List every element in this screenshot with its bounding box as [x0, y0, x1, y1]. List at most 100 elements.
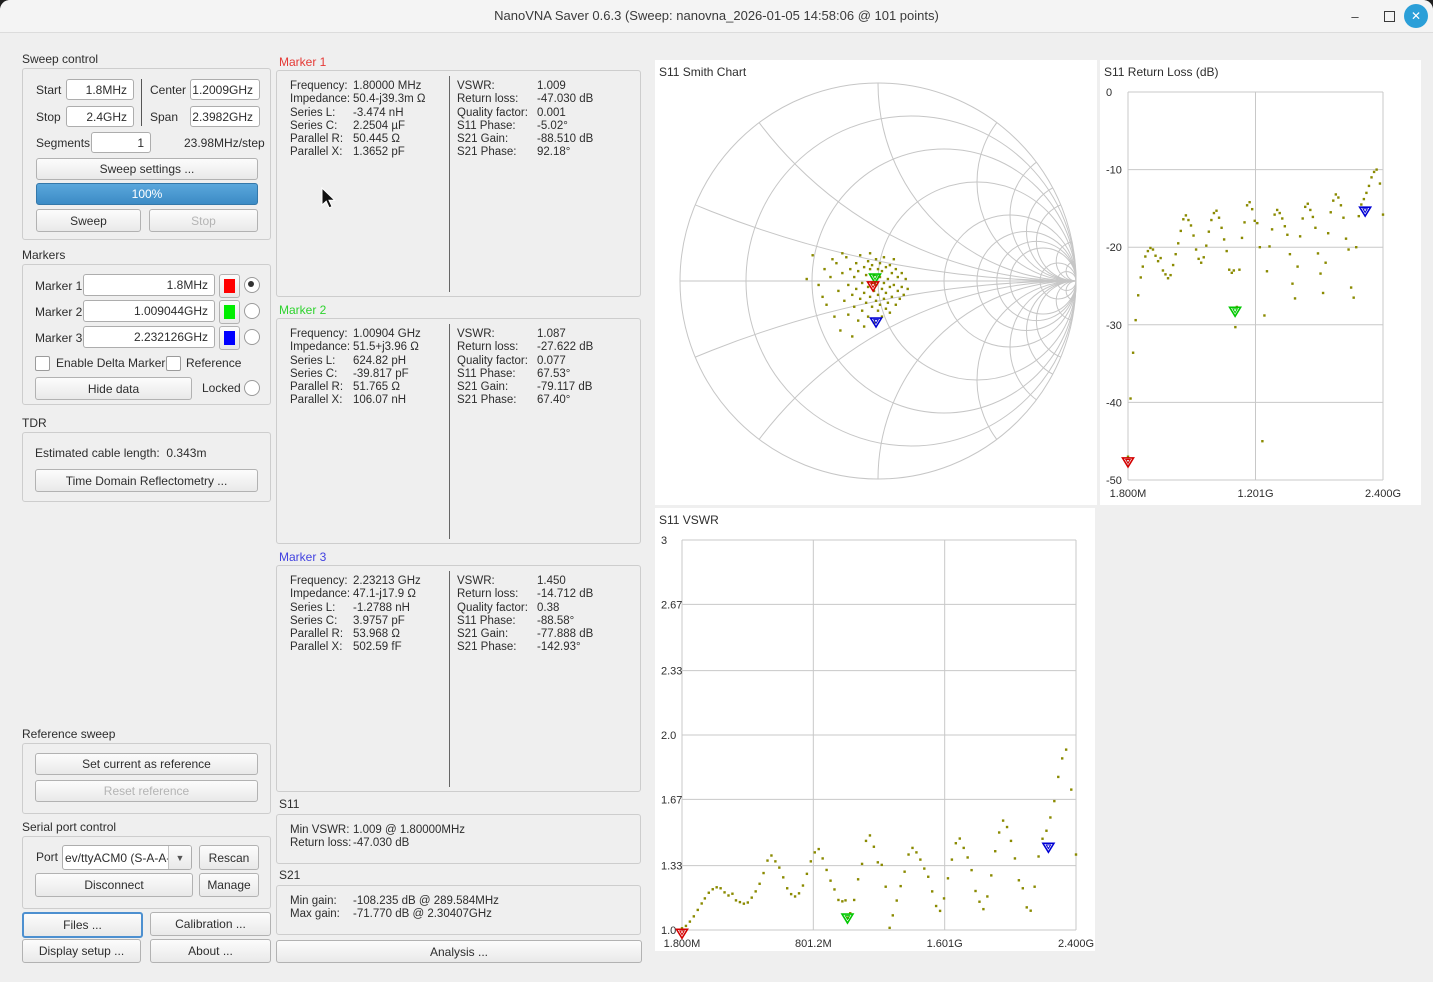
smith-chart-svg: S11 Smith Chart — [655, 60, 1097, 505]
marker-panel-title-3: Marker 3 — [279, 550, 326, 564]
start-label: Start — [36, 83, 61, 97]
info-row: Series L:624.82 pH — [290, 355, 421, 368]
span-input[interactable]: 2.3982GHz — [190, 106, 260, 127]
analysis-button[interactable]: Analysis ... — [276, 940, 642, 963]
files-button[interactable]: Files ... — [22, 912, 143, 938]
svg-text:2.67: 2.67 — [661, 599, 682, 611]
info-row: Series L:-3.474 nH — [290, 107, 426, 120]
s21-section-title: S21 — [279, 868, 300, 882]
calibration-button[interactable]: Calibration ... — [150, 912, 271, 936]
maximize-icon — [1384, 11, 1395, 22]
info-row: Parallel X:1.3652 pF — [290, 146, 426, 159]
marker-panel-3-divider — [449, 571, 450, 787]
info-row: Parallel R:53.968 Ω — [290, 628, 421, 641]
info-row: Min VSWR:1.009 @ 1.80000MHz — [290, 824, 465, 837]
stop-input[interactable]: 2.4GHz — [66, 106, 134, 127]
center-input[interactable]: 1.2009GHz — [190, 79, 260, 100]
info-row: Series C:3.9757 pF — [290, 615, 421, 628]
info-row: Impedance:51.5+j3.96 Ω — [290, 341, 421, 354]
reset-reference-button[interactable]: Reset reference — [35, 780, 258, 802]
mouse-cursor — [321, 187, 339, 211]
display-setup-button[interactable]: Display setup ... — [22, 939, 141, 963]
info-row: Return loss:-27.622 dB — [457, 341, 593, 354]
vswr-chart-card[interactable]: 32.672.332.01.671.331.01.800M801.2M1.601… — [655, 508, 1095, 951]
app-window: NanoVNA Saver 0.6.3 (Sweep: nanovna_2026… — [0, 0, 1433, 982]
info-row: Impedance:50.4-j39.3m Ω — [290, 93, 426, 106]
rescan-button[interactable]: Rescan — [199, 845, 259, 870]
info-row: S21 Gain:-88.510 dB — [457, 133, 593, 146]
info-row: S11 Phase:67.53° — [457, 368, 593, 381]
info-row: Return loss:-47.030 dB — [457, 93, 593, 106]
start-input[interactable]: 1.8MHz — [66, 79, 134, 100]
minimize-button[interactable]: – — [1344, 5, 1366, 27]
chevron-down-icon: ▼ — [168, 846, 191, 869]
info-row: Frequency:1.00904 GHz — [290, 328, 421, 341]
info-row: S21 Phase:92.18° — [457, 146, 593, 159]
about-button[interactable]: About ... — [150, 939, 271, 963]
marker2-radio[interactable] — [244, 303, 260, 319]
svg-text:1.0: 1.0 — [661, 925, 676, 937]
info-row: Frequency:1.80000 MHz — [290, 80, 426, 93]
stop-button[interactable]: Stop — [149, 209, 258, 232]
enable-delta-label: Enable Delta Marker — [56, 356, 165, 370]
svg-text:-50: -50 — [1106, 475, 1122, 487]
marker2-color-button[interactable] — [219, 300, 240, 324]
center-label: Center — [150, 83, 186, 97]
marker-panel-title-2: Marker 2 — [279, 303, 326, 317]
disconnect-button[interactable]: Disconnect — [35, 873, 193, 897]
s21-section-group: Min gain:-108.235 dB @ 289.584MHzMax gai… — [276, 885, 641, 935]
info-row: S21 Gain:-77.888 dB — [457, 628, 593, 641]
port-label: Port — [36, 850, 58, 864]
maximize-button[interactable] — [1378, 5, 1400, 27]
marker3-color-button[interactable] — [219, 326, 240, 350]
marker3-label: Marker 3 — [35, 331, 82, 345]
info-row: Impedance:47.1-j17.9 Ω — [290, 588, 421, 601]
svg-text:1.201G: 1.201G — [1237, 488, 1273, 500]
enable-delta-checkbox[interactable] — [35, 356, 50, 371]
close-icon: ✕ — [1411, 9, 1421, 23]
marker-panel-2: Frequency:1.00904 GHzImpedance:51.5+j3.9… — [276, 318, 641, 544]
manage-button[interactable]: Manage — [199, 873, 259, 897]
segments-input[interactable]: 1 — [91, 132, 151, 153]
sweep-divider — [141, 79, 142, 126]
hide-data-button[interactable]: Hide data — [35, 377, 192, 400]
svg-text:-10: -10 — [1106, 165, 1122, 177]
return-loss-chart-card[interactable]: 0-10-20-30-40-501.800M1.201G2.400GS11 Re… — [1100, 60, 1421, 505]
markers-title: Markers — [22, 248, 65, 262]
window-title: NanoVNA Saver 0.6.3 (Sweep: nanovna_2026… — [0, 0, 1433, 32]
marker3-freq-input[interactable]: 2.232126GHz — [83, 326, 215, 348]
sweep-button[interactable]: Sweep — [36, 209, 141, 232]
tdr-button[interactable]: Time Domain Reflectometry ... — [35, 469, 258, 492]
marker1-label: Marker 1 — [35, 279, 82, 293]
svg-text:-20: -20 — [1106, 242, 1122, 254]
marker-panel-1-divider — [449, 76, 450, 292]
marker-panel-3: Frequency:2.23213 GHzImpedance:47.1-j17.… — [276, 565, 641, 792]
svg-text:-40: -40 — [1106, 397, 1122, 409]
close-button[interactable]: ✕ — [1404, 4, 1428, 28]
titlebar: NanoVNA Saver 0.6.3 (Sweep: nanovna_2026… — [0, 0, 1433, 33]
svg-text:-30: -30 — [1106, 320, 1122, 332]
locked-radio[interactable] — [244, 380, 260, 396]
marker-panel-title-1: Marker 1 — [279, 55, 326, 69]
info-row: Parallel X:502.59 fF — [290, 641, 421, 654]
info-row: S11 Phase:-5.02° — [457, 120, 593, 133]
info-row: Series L:-1.2788 nH — [290, 602, 421, 615]
svg-text:801.2M: 801.2M — [795, 938, 832, 950]
smith-chart-card[interactable]: S11 Smith Chart — [655, 60, 1097, 505]
reference-label: Reference — [186, 356, 241, 370]
cable-length-label: Estimated cable length: — [35, 446, 160, 460]
reference-checkbox[interactable] — [166, 356, 181, 371]
sweep-settings-button[interactable]: Sweep settings ... — [36, 158, 258, 180]
marker3-radio[interactable] — [244, 329, 260, 345]
set-reference-button[interactable]: Set current as reference — [35, 753, 258, 775]
stop-label: Stop — [36, 110, 61, 124]
marker1-radio[interactable] — [244, 277, 260, 293]
info-row: Parallel R:50.445 Ω — [290, 133, 426, 146]
marker1-color-button[interactable] — [219, 274, 240, 298]
marker1-freq-input[interactable]: 1.8MHz — [83, 274, 215, 296]
info-row: Quality factor:0.001 — [457, 107, 593, 120]
marker2-freq-input[interactable]: 1.009044GHz — [83, 300, 215, 322]
info-row: Min gain:-108.235 dB @ 289.584MHz — [290, 895, 499, 908]
port-combobox[interactable]: ev/ttyACM0 (S-A-A-2) ▼ — [62, 845, 192, 870]
svg-text:1.33: 1.33 — [661, 861, 682, 873]
